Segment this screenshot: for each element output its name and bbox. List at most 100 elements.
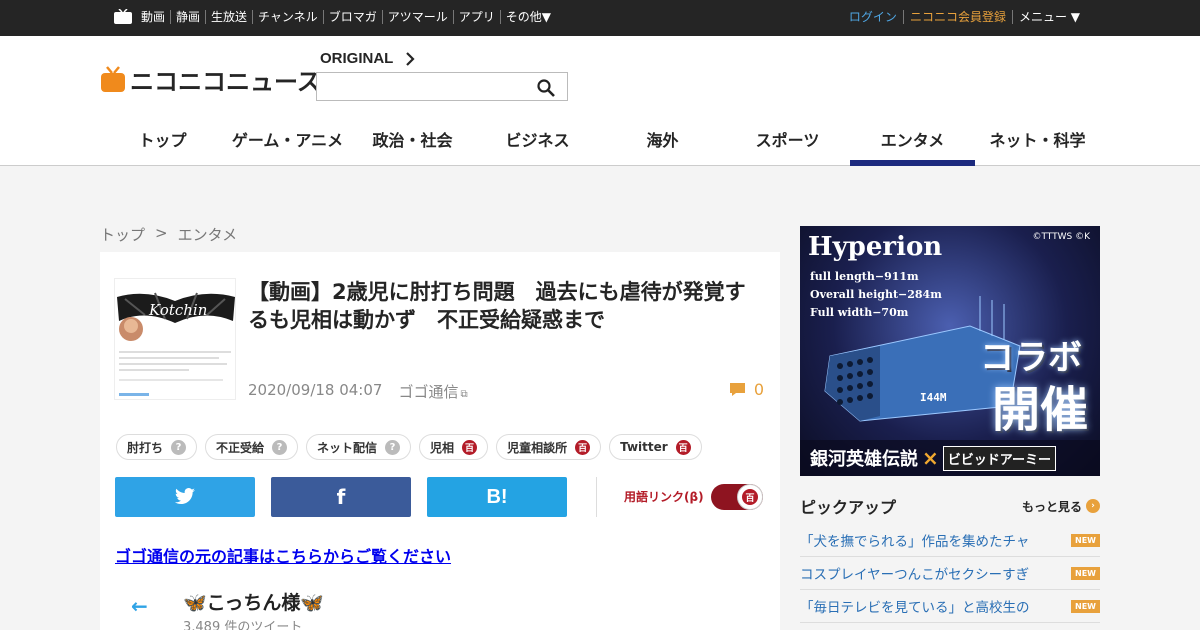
comment-count-link[interactable]: 0 [729,380,764,399]
tag-item[interactable]: 不正受給? [205,434,299,460]
tag-list: 肘打ち? 不正受給? ネット配信? 児相百 児童相談所百 Twitter 百 [116,434,710,460]
tag-label: 児相 [430,440,455,455]
pickup-item-title: 「毎日テレビを見ている」と高校生の [800,600,1030,616]
external-link-icon: ⧉ [460,389,468,400]
service-link-blomaga[interactable]: ブロマガ [322,10,382,24]
share-twitter-button[interactable] [115,477,255,517]
tag-label: 不正受給 [216,440,265,455]
dictionary-icon: 百 [675,439,691,455]
tag-item[interactable]: 肘打ち? [116,434,198,460]
tag-label: 児童相談所 [507,440,568,455]
search-icon[interactable] [537,79,555,97]
ad-series-name: 銀河英雄伝説 [810,449,918,470]
ad-copyright: ©TTTWS ©K [1032,232,1090,242]
question-icon: ? [272,439,288,455]
embed-tweet-count: 3,489 件のツイート [183,620,303,630]
register-link[interactable]: ニコニコ会員登録 [902,10,1012,24]
login-link[interactable]: ログイン [843,10,903,24]
ad-kaisai-text: 開催 [991,382,1088,438]
ad-title: Hyperion [808,232,943,262]
back-arrow-icon[interactable]: ← [131,594,148,618]
site-header: ニコニコニュース ORIGINAL トップ ゲーム・アニメ 政治・社会 ビジネス… [0,36,1200,166]
service-link-atsumaru[interactable]: アツマール [381,10,453,24]
pickup-list: 「犬を撫でられる」作品を集めたチャ NEW コスプレイヤーつんこがセクシーすぎ … [800,524,1100,623]
article-meta: 2020/09/18 04:07 ゴゴ通信 ⧉ [248,381,468,402]
category-tab-top[interactable]: トップ [100,124,225,166]
hatena-bookmark-icon: B! [486,485,508,508]
account-nav: ログイン ニコニコ会員登録 メニュー ▼ [843,10,1086,24]
new-badge: NEW [1071,566,1100,580]
breadcrumb-top[interactable]: トップ [100,224,145,245]
service-link-other[interactable]: その他▼ [499,10,556,24]
original-label: ORIGINAL [320,50,394,67]
sidebar-advertisement[interactable]: Hyperion ©TTTWS ©K full length−911m Over… [800,226,1100,476]
article-date: 2020/09/18 04:07 [248,381,383,399]
term-link-label: 用語リンク(β) [624,490,704,504]
ad-game-logo: ビビッドアーミー [942,445,1056,471]
term-link-toggle[interactable]: 百 [711,484,763,510]
tag-item[interactable]: 児相百 [419,434,489,460]
breadcrumb-separator: > [155,224,168,242]
tag-item[interactable]: Twitter 百 [609,434,702,460]
menu-dropdown[interactable]: メニュー ▼ [1011,10,1086,24]
article-source-link[interactable]: ゴゴ通信 ⧉ [398,381,467,402]
search-box[interactable] [316,72,568,101]
chevron-right-icon [406,51,415,66]
tag-label: 肘打ち [127,440,164,455]
comment-count: 0 [753,380,764,399]
question-icon: ? [385,439,401,455]
dictionary-icon: 百 [462,439,478,455]
tag-item[interactable]: ネット配信? [306,434,412,460]
arrow-circle-icon: › [1086,499,1100,513]
category-tab-entertainment[interactable]: エンタメ [850,124,975,166]
category-tab-net-science[interactable]: ネット・科学 [975,124,1100,166]
niconico-logo-icon [101,65,125,92]
logo-text: ニコニコニュース [130,68,321,96]
pickup-heading: ピックアップ [800,498,897,517]
service-link-channel[interactable]: チャンネル [252,10,323,24]
twitter-bird-icon [174,488,195,505]
article-title: 【動画】2歳児に肘打ち問題 過去にも虐待が発覚するも児相は動かず 不正受給疑惑ま… [248,280,746,332]
pickup-more-link[interactable]: もっと見る › [1022,498,1100,515]
niconico-tv-icon[interactable] [114,9,132,24]
category-tab-politics[interactable]: 政治・社会 [350,124,475,166]
category-tab-overseas[interactable]: 海外 [600,124,725,166]
pickup-item[interactable]: 「毎日テレビを見ている」と高校生の NEW [800,590,1100,623]
new-badge: NEW [1071,533,1100,547]
dictionary-icon: 百 [575,439,591,455]
category-tab-game-anime[interactable]: ゲーム・アニメ [225,124,350,166]
site-logo[interactable]: ニコニコニュース [100,62,321,97]
category-tab-business[interactable]: ビジネス [475,124,600,166]
comment-icon [729,383,745,396]
pickup-header: ピックアップ もっと見る › [800,494,1100,518]
tag-label: Twitter [620,440,668,454]
service-link-app[interactable]: アプリ [452,10,500,24]
article-card: Kotchin 【動画】2歳児に肘打ち問題 過去にも虐待が発覚するも児相は動かず… [100,252,780,630]
category-tab-sports[interactable]: スポーツ [725,124,850,166]
toggle-knob: 百 [737,484,763,510]
thumbnail-image: Kotchin [115,279,235,399]
share-facebook-button[interactable]: f [271,477,411,517]
service-link-seiga[interactable]: 静画 [170,10,205,24]
divider [596,477,597,517]
global-top-bar: 動画 静画 生放送 チャンネル ブロマガ アツマール アプリ その他▼ ログイン… [0,0,1200,36]
original-link[interactable]: ORIGINAL [320,50,415,67]
breadcrumb-entertainment[interactable]: エンタメ [178,224,238,245]
tag-label: ネット配信 [317,440,378,455]
article-source: ゴゴ通信 [398,383,459,401]
ad-footer: 銀河英雄伝説 × ビビッドアーミー [800,440,1100,476]
more-label: もっと見る [1021,499,1082,514]
pickup-item[interactable]: コスプレイヤーつんこがセクシーすぎ NEW [800,557,1100,590]
pickup-item[interactable]: 「犬を撫でられる」作品を集めたチャ NEW [800,524,1100,557]
tag-item[interactable]: 児童相談所百 [496,434,602,460]
original-article-link[interactable]: ゴゴ通信の元の記事はこちらからご覧ください [115,543,451,567]
pickup-item-title: 「犬を撫でられる」作品を集めたチャ [800,534,1030,550]
ship-label: I44M [920,391,947,404]
share-hatena-button[interactable]: B! [427,477,567,517]
service-link-video[interactable]: 動画 [141,10,170,24]
category-nav: トップ ゲーム・アニメ 政治・社会 ビジネス 海外 スポーツ エンタメ ネット・… [100,124,1100,166]
question-icon: ? [171,439,187,455]
service-link-live[interactable]: 生放送 [205,10,252,24]
article-thumbnail[interactable]: Kotchin [114,278,236,400]
embed-profile-name: 🦋こっちん様🦋 [183,592,324,614]
